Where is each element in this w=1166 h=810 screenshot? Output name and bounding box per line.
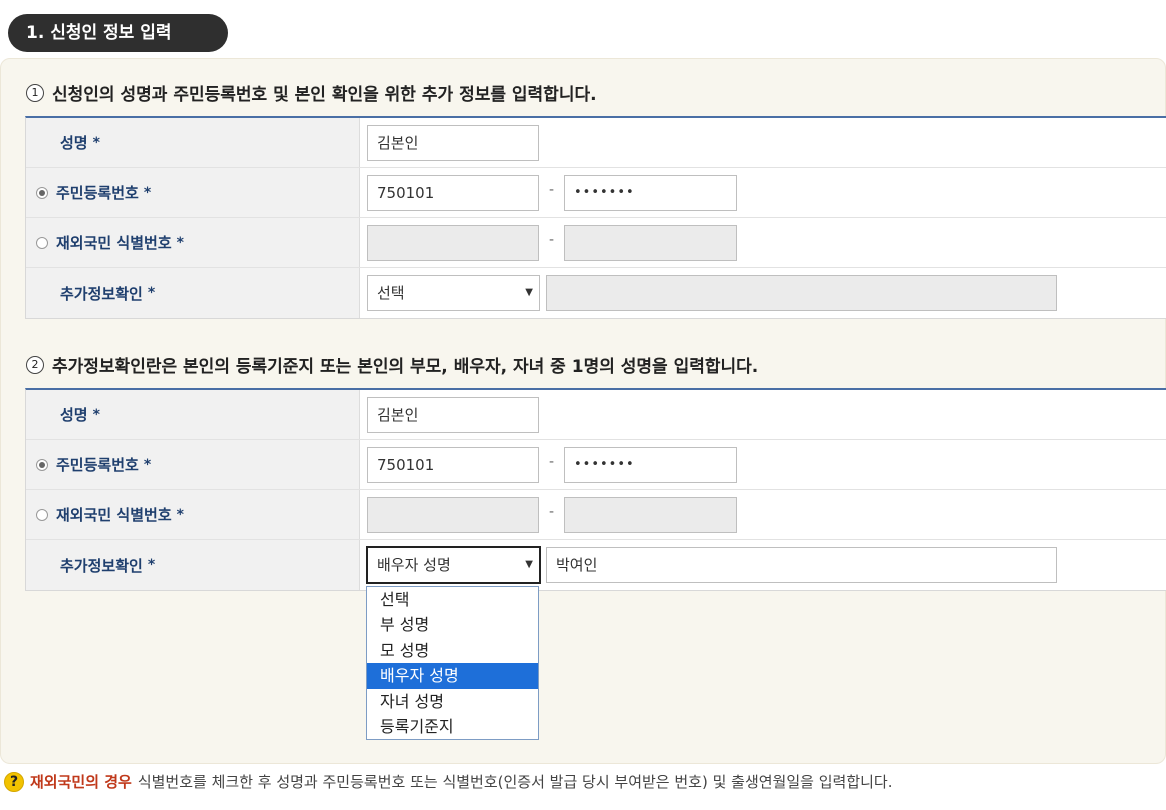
q1-foreign-cell: - [360, 218, 1166, 267]
q2-extra-input[interactable]: 박여인 [546, 547, 1057, 583]
q2-foreign-label: 재외국민 식별번호 * [26, 490, 360, 539]
q2-row-foreign: 재외국민 식별번호 * - [26, 490, 1166, 540]
q1-extra-input[interactable] [546, 275, 1057, 311]
required-mark: * [143, 184, 152, 201]
section-title: 1. 신청인 정보 입력 [8, 14, 228, 52]
q2-rrn-cell: 750101 - ••••••• [360, 440, 1166, 489]
dropdown-option[interactable]: 부 성명 [367, 612, 538, 637]
dropdown-option[interactable]: 모 성명 [367, 638, 538, 663]
q2-foreign-front-input[interactable] [367, 497, 539, 533]
q2-extra-label-text: 추가정보확인 [60, 556, 143, 575]
q2-heading: 2 추가정보확인란은 본인의 등록기준지 또는 본인의 부모, 배우자, 자녀 … [26, 352, 758, 377]
q2-name-input[interactable]: 김본인 [367, 397, 539, 433]
q2-rrn-radio[interactable] [36, 458, 48, 471]
q1-rrn-front-input[interactable]: 750101 [367, 175, 539, 211]
q1-foreign-front-input[interactable] [367, 225, 539, 261]
q2-extra-cell: 배우자 성명 ▼ 박여인 [360, 540, 1166, 590]
q2-name-label: 성명 * [26, 390, 360, 439]
q1-foreign-label: 재외국민 식별번호 * [26, 218, 360, 267]
q1-rrn-label-text: 주민등록번호 [56, 184, 139, 202]
extra-info-dropdown-list: 선택 부 성명 모 성명 배우자 성명 자녀 성명 등록기준지 [366, 586, 539, 740]
dropdown-option[interactable]: 등록기준지 [367, 714, 538, 739]
q2-row-rrn: 주민등록번호 * 750101 - ••••••• [26, 440, 1166, 490]
q2-title: 추가정보확인란은 본인의 등록기준지 또는 본인의 부모, 배우자, 자녀 중 … [52, 357, 759, 377]
q2-rrn-dash: - [549, 454, 555, 470]
q2-extra-select[interactable]: 배우자 성명 ▼ [366, 546, 541, 584]
q2-foreign-radio[interactable] [36, 508, 48, 521]
q1-extra-select[interactable]: 선택 ▼ [367, 275, 540, 311]
q2-extra-label: 추가정보확인 * [26, 540, 360, 590]
dropdown-option[interactable]: 자녀 성명 [367, 689, 538, 714]
required-mark: * [92, 406, 100, 423]
q1-row-foreign: 재외국민 식별번호 * - [26, 218, 1166, 268]
q2-foreign-back-input[interactable] [564, 497, 737, 533]
footer-note-text: 식별번호를 체크한 후 성명과 주민등록번호 또는 식별번호(인증서 발급 당시… [137, 773, 893, 791]
q1-foreign-dash: - [549, 232, 555, 248]
q1-extra-select-value: 선택 [377, 284, 405, 302]
dropdown-option[interactable]: 선택 [367, 587, 538, 612]
q2-foreign-label-text: 재외국민 식별번호 [56, 506, 172, 524]
q1-number-badge: 1 [26, 83, 44, 102]
required-mark: * [176, 234, 184, 251]
q1-foreign-label-text: 재외국민 식별번호 [56, 234, 172, 252]
q1-form-table: 성명 * 김본인 주민등록번호 * 750101 - ••••••• 재외국민 … [25, 116, 1166, 319]
q2-rrn-label: 주민등록번호 * [26, 440, 360, 489]
q2-foreign-dash: - [549, 504, 555, 520]
chevron-down-icon: ▼ [525, 287, 533, 298]
q1-rrn-radio[interactable] [36, 186, 48, 199]
required-mark: * [143, 456, 152, 473]
q1-rrn-dash: - [549, 182, 555, 198]
q2-rrn-front-input[interactable]: 750101 [367, 447, 539, 483]
q2-row-name: 성명 * 김본인 [26, 390, 1166, 440]
q2-rrn-label-text: 주민등록번호 [56, 456, 139, 474]
q1-foreign-radio[interactable] [36, 236, 48, 249]
required-mark: * [147, 285, 156, 301]
q1-name-label-text: 성명 [60, 134, 88, 152]
q1-rrn-back-input[interactable]: ••••••• [564, 175, 737, 211]
required-mark: * [147, 557, 156, 573]
q1-extra-label-text: 추가정보확인 [60, 284, 143, 303]
q2-rrn-back-input[interactable]: ••••••• [564, 447, 737, 483]
q2-row-extra: 추가정보확인 * 배우자 성명 ▼ 박여인 [26, 540, 1166, 590]
q2-name-label-text: 성명 [60, 406, 88, 424]
required-mark: * [92, 134, 100, 151]
footer-note: ? 재외국민의 경우 식별번호를 체크한 후 성명과 주민등록번호 또는 식별번… [4, 771, 893, 792]
q1-name-cell: 김본인 [360, 118, 1166, 167]
q1-row-name: 성명 * 김본인 [26, 118, 1166, 168]
q1-row-extra: 추가정보확인 * 선택 ▼ [26, 268, 1166, 318]
question-mark-icon: ? [4, 771, 24, 792]
q1-heading: 1 신청인의 성명과 주민등록번호 및 본인 확인을 위한 추가 정보를 입력합… [26, 80, 597, 105]
q2-form-table: 성명 * 김본인 주민등록번호 * 750101 - ••••••• 재외국민 … [25, 388, 1166, 591]
q1-extra-label: 추가정보확인 * [26, 268, 360, 318]
dropdown-option-selected[interactable]: 배우자 성명 [367, 663, 538, 689]
q1-rrn-label: 주민등록번호 * [26, 168, 360, 217]
q1-foreign-back-input[interactable] [564, 225, 737, 261]
q2-number-badge: 2 [26, 355, 44, 374]
q1-extra-cell: 선택 ▼ [360, 268, 1166, 318]
q1-row-rrn: 주민등록번호 * 750101 - ••••••• [26, 168, 1166, 218]
q2-foreign-cell: - [360, 490, 1166, 539]
footer-note-strong: 재외국민의 경우 [30, 773, 132, 791]
q1-title: 신청인의 성명과 주민등록번호 및 본인 확인을 위한 추가 정보를 입력합니다… [52, 85, 597, 105]
q1-rrn-cell: 750101 - ••••••• [360, 168, 1166, 217]
q2-extra-select-value: 배우자 성명 [377, 556, 451, 574]
q2-name-cell: 김본인 [360, 390, 1166, 439]
q1-name-label: 성명 * [26, 118, 360, 167]
required-mark: * [176, 506, 184, 523]
q1-name-input[interactable]: 김본인 [367, 125, 539, 161]
chevron-down-icon: ▼ [525, 559, 533, 570]
